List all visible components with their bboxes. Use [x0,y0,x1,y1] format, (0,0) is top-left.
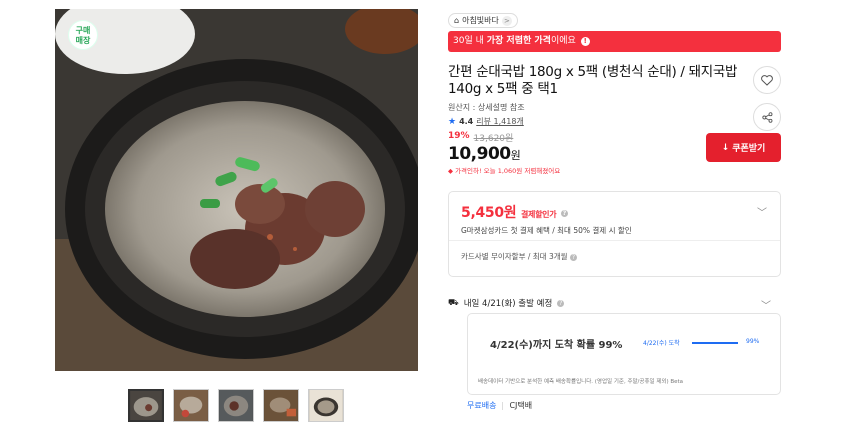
banner-suffix: 이에요 [550,36,576,46]
chevron-right-icon: > [501,15,512,26]
shipping-row[interactable]: ⛟ 내일 4/21(화) 출발 예정 ? ﹀ [448,297,781,313]
store-link[interactable]: ⌂ 아침빛바다 > [448,13,518,28]
origin-text: 원산지 : 상세설명 참조 [448,103,525,112]
help-icon[interactable]: ? [569,253,577,261]
heart-icon [761,74,773,86]
card-discount-price: 5,450원 결제할인가 ? [461,202,768,222]
thumbnail-2[interactable] [173,389,209,422]
review-count-link[interactable]: 리뷰 1,418개 [476,116,524,127]
home-icon: ⌂ [454,16,460,25]
free-shipping-label: 무료배송 [467,401,497,410]
card-price-label: 결제할인가 [520,210,557,219]
sale-price-value: 10,900 [448,144,511,164]
discount-percent: 19% [448,131,470,141]
shipping-tags: 무료배송 CJ택배 [467,400,532,411]
help-icon[interactable]: ? [560,209,568,217]
delivery-date-label: 4/22(수) 도착 [643,340,680,347]
installment-text: 카드사별 무이자할부 / 최대 3개월 [461,252,568,261]
download-icon: ↓ [721,142,730,153]
banner-highlight: 가장 저렴한 가격 [486,36,551,46]
wishlist-button[interactable] [753,66,781,94]
star-icon: ★ [448,116,457,127]
thumbnail-strip [128,389,344,422]
price-drop-text: 가격인하! 오늘 1,060원 저렴해졌어요 [455,167,561,175]
carrier-label: CJ택배 [509,401,533,410]
probability-note: 배송데이터 기반으로 분석한 예측 배송확률입니다. (영업일 기준, 주말/공… [478,379,684,385]
probability-percent: 99% [746,338,760,345]
title-actions [753,66,781,131]
card-price-value: 5,450원 [461,205,517,221]
purchase-store-badge: 구매 매장 [68,20,98,50]
product-title: 간편 순대국밥 180g x 5팩 (병천식 순대) / 돼지국밥 140g x… [448,64,738,97]
rating-value: 4.4 [459,117,474,126]
help-icon[interactable]: ? [557,299,565,307]
info-icon[interactable]: ! [580,37,590,46]
card-discount-box[interactable]: 5,450원 결제할인가 ? G마켓삼성카드 첫 결제 혜택 / 최대 50% … [448,191,781,277]
shipping-date: 내일 4/21(화) 출발 예정 [463,299,553,309]
price-unit: 원 [510,149,521,162]
thumbnail-3[interactable] [218,389,254,422]
chevron-down-icon[interactable]: ﹀ [757,204,767,219]
probability-bar [692,342,738,344]
price-drop-notice: ◆ 가격인하! 오늘 1,060원 저렴해졌어요 [448,165,781,175]
installment-row: 카드사별 무이자할부 / 최대 3개월 ? [449,241,780,272]
rating-row: ★ 4.4 리뷰 1,418개 [448,116,781,127]
banner-prefix: 30일 내 [453,36,487,46]
divider [502,401,504,410]
probability-fill [692,342,738,344]
thumbnail-5[interactable] [308,389,344,422]
share-button[interactable] [753,103,781,131]
main-product-image [55,9,418,371]
coupon-label: 쿠폰받기 [732,144,766,154]
delivery-probability-text: 4/22(수)까지 도착 확률 99% [490,340,623,351]
coupon-button[interactable]: ↓ 쿠폰받기 [706,133,781,162]
truck-icon: ⛟ [448,297,459,308]
thumbnail-4[interactable] [263,389,299,422]
share-icon [761,111,772,123]
lowest-price-banner: 30일 내 가장 저렴한 가격이에요 ! [448,31,781,52]
original-price: 13,620원 [473,134,514,144]
store-name: 아침빛바다 [462,16,499,25]
arrow-down-icon: ◆ [448,167,453,175]
card-benefit-text: G마켓삼성카드 첫 결제 혜택 / 최대 50% 결제 시 할인 [461,226,632,235]
chevron-down-icon[interactable]: ﹀ [761,297,771,312]
thumbnail-1[interactable] [128,389,164,422]
delivery-probability-box: 4/22(수)까지 도착 확률 99% 4/22(수) 도착 99% 배송데이터… [467,313,781,395]
product-info-panel: ⌂ 아침빛바다 > 30일 내 가장 저렴한 가격이에요 ! 간편 순대국밥 1… [448,8,781,313]
